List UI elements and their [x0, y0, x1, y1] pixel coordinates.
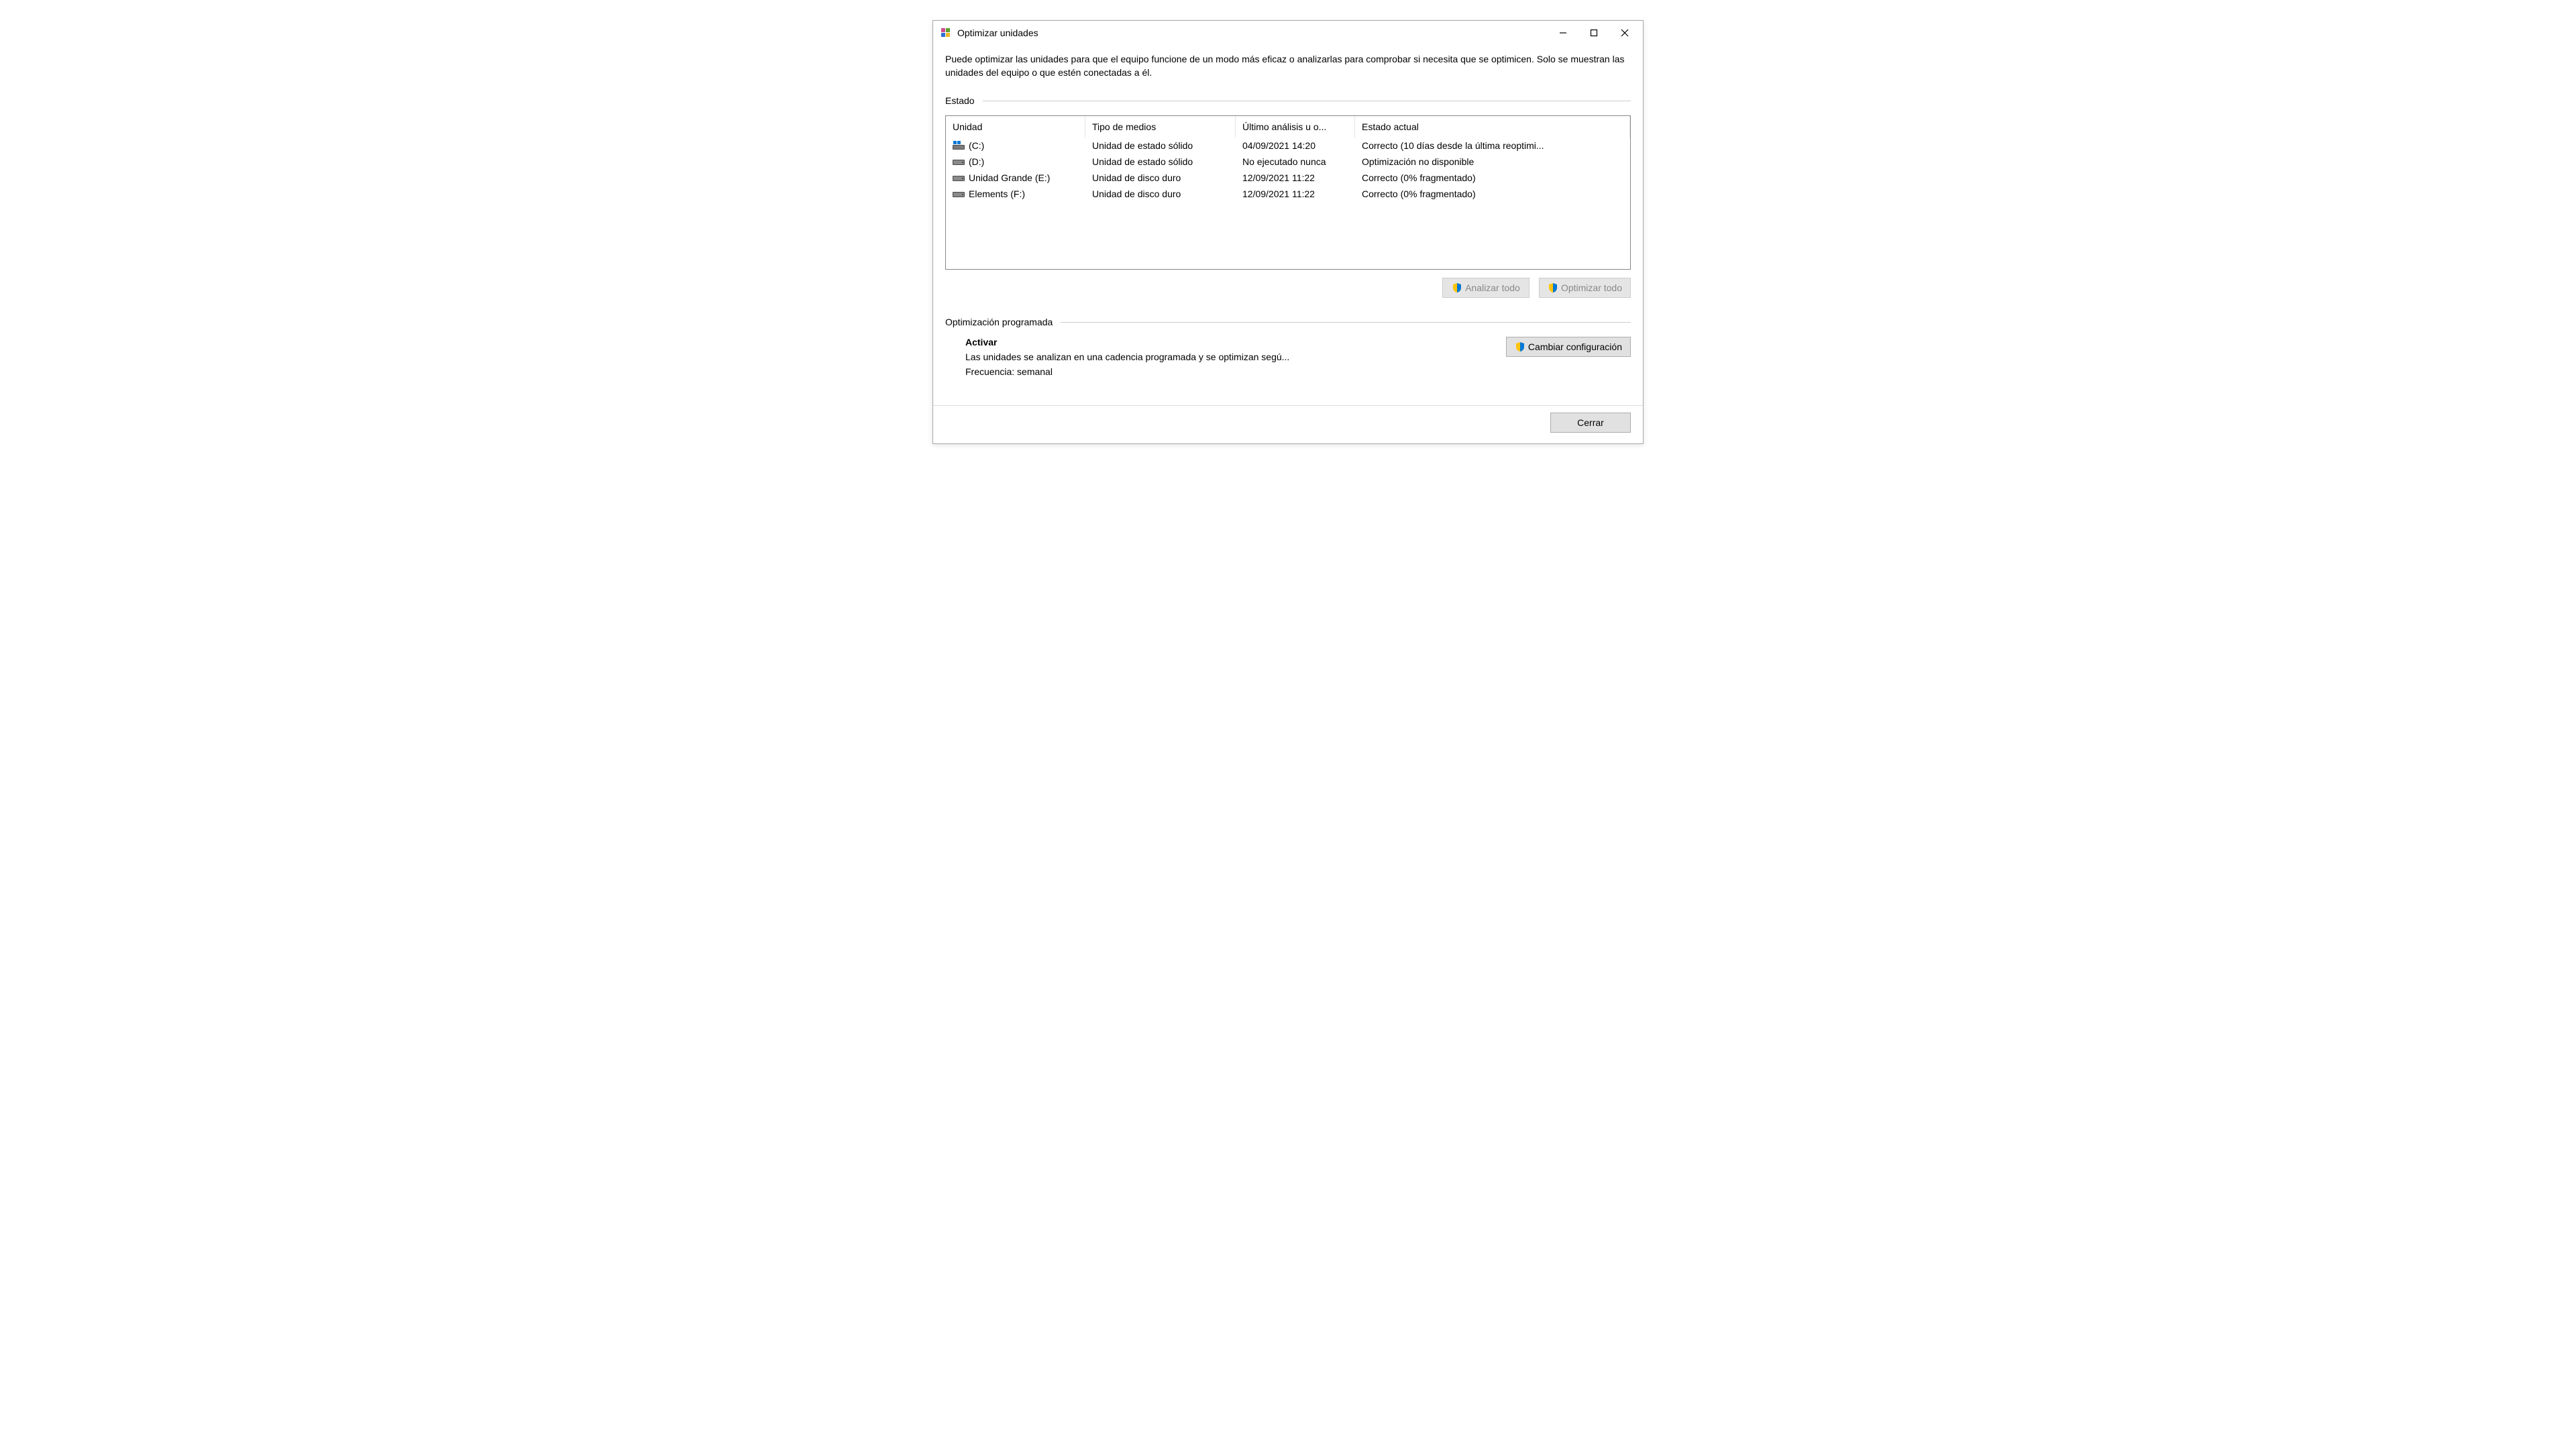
column-header-status[interactable]: Estado actual: [1355, 116, 1630, 138]
cell-last: 12/09/2021 11:22: [1236, 186, 1355, 202]
analyze-all-label: Analizar todo: [1465, 282, 1520, 293]
scheduled-body: Activar Las unidades se analizan en una …: [945, 337, 1631, 381]
cell-status: Correcto (0% fragmentado): [1355, 170, 1630, 186]
cell-media: Unidad de estado sólido: [1085, 138, 1236, 154]
footer: Cerrar: [945, 413, 1631, 433]
optimize-drives-window: Optimizar unidades Puede optimizar las u…: [932, 20, 1644, 444]
divider: [1061, 322, 1631, 323]
cell-unit: Elements (F:): [946, 186, 1085, 202]
drive-name: Unidad Grande (E:): [969, 172, 1050, 183]
table-row[interactable]: (D:) Unidad de estado sólidoNo ejecutado …: [946, 154, 1630, 170]
optimize-all-button[interactable]: Optimizar todo: [1539, 278, 1631, 298]
change-settings-label: Cambiar configuración: [1528, 341, 1622, 352]
titlebar: Optimizar unidades: [933, 21, 1643, 45]
cell-media: Unidad de estado sólido: [1085, 154, 1236, 170]
cell-status: Correcto (0% fragmentado): [1355, 186, 1630, 202]
optimize-all-label: Optimizar todo: [1561, 282, 1622, 293]
action-row: Analizar todo Optimizar todo: [945, 278, 1631, 298]
status-label: Estado: [945, 95, 975, 106]
cell-unit: (D:): [946, 154, 1085, 170]
cell-last: 12/09/2021 11:22: [1236, 170, 1355, 186]
table-body: (C:) Unidad de estado sólido04/09/2021 14…: [946, 138, 1630, 202]
cell-unit: Unidad Grande (E:): [946, 170, 1085, 186]
maximize-button[interactable]: [1578, 23, 1609, 43]
table-row[interactable]: Elements (F:) Unidad de disco duro12/09/2…: [946, 186, 1630, 202]
cell-last: No ejecutado nunca: [1236, 154, 1355, 170]
cell-status: Correcto (10 días desde la última reopti…: [1355, 138, 1630, 154]
footer-separator: [933, 405, 1643, 406]
drive-icon: [953, 189, 965, 199]
cell-last: 04/09/2021 14:20: [1236, 138, 1355, 154]
cell-media: Unidad de disco duro: [1085, 170, 1236, 186]
minimize-button[interactable]: [1548, 23, 1578, 43]
change-settings-button[interactable]: Cambiar configuración: [1506, 337, 1631, 357]
column-header-media[interactable]: Tipo de medios: [1085, 116, 1236, 138]
scheduled-text: Activar Las unidades se analizan en una …: [945, 337, 1289, 381]
drive-name: (D:): [969, 156, 984, 167]
scheduled-title: Activar: [965, 337, 1289, 347]
column-header-unit[interactable]: Unidad: [946, 116, 1085, 138]
table-header: Unidad Tipo de medios Último análisis u …: [946, 116, 1630, 138]
scheduled-description: Las unidades se analizan en una cadencia…: [965, 352, 1289, 362]
drive-name: (C:): [969, 140, 984, 151]
window-title: Optimizar unidades: [957, 28, 1548, 38]
drive-name: Elements (F:): [969, 189, 1025, 199]
shield-icon: [1452, 282, 1462, 293]
cell-unit: (C:): [946, 138, 1085, 154]
scheduled-frequency: Frecuencia: semanal: [965, 366, 1289, 377]
description-text: Puede optimizar las unidades para que el…: [945, 53, 1631, 79]
table-row[interactable]: (C:) Unidad de estado sólido04/09/2021 14…: [946, 138, 1630, 154]
table-row[interactable]: Unidad Grande (E:) Unidad de disco duro12…: [946, 170, 1630, 186]
cell-media: Unidad de disco duro: [1085, 186, 1236, 202]
scheduled-section-header: Optimización programada: [945, 317, 1631, 327]
shield-icon: [1515, 341, 1525, 352]
drive-icon: [953, 157, 965, 166]
status-section-header: Estado: [945, 95, 1631, 106]
shield-icon: [1548, 282, 1558, 293]
column-header-last[interactable]: Último análisis u o...: [1236, 116, 1355, 138]
cell-status: Optimización no disponible: [1355, 154, 1630, 170]
window-controls: [1548, 23, 1640, 43]
close-dialog-button[interactable]: Cerrar: [1550, 413, 1631, 433]
close-label: Cerrar: [1577, 417, 1604, 428]
app-icon: [940, 27, 952, 39]
drive-icon: [953, 173, 965, 182]
analyze-all-button[interactable]: Analizar todo: [1442, 278, 1529, 298]
scheduled-label: Optimización programada: [945, 317, 1053, 327]
close-button[interactable]: [1609, 23, 1640, 43]
drive-icon: [953, 141, 965, 150]
drives-table: Unidad Tipo de medios Último análisis u …: [945, 115, 1631, 270]
content: Puede optimizar las unidades para que el…: [933, 45, 1643, 443]
